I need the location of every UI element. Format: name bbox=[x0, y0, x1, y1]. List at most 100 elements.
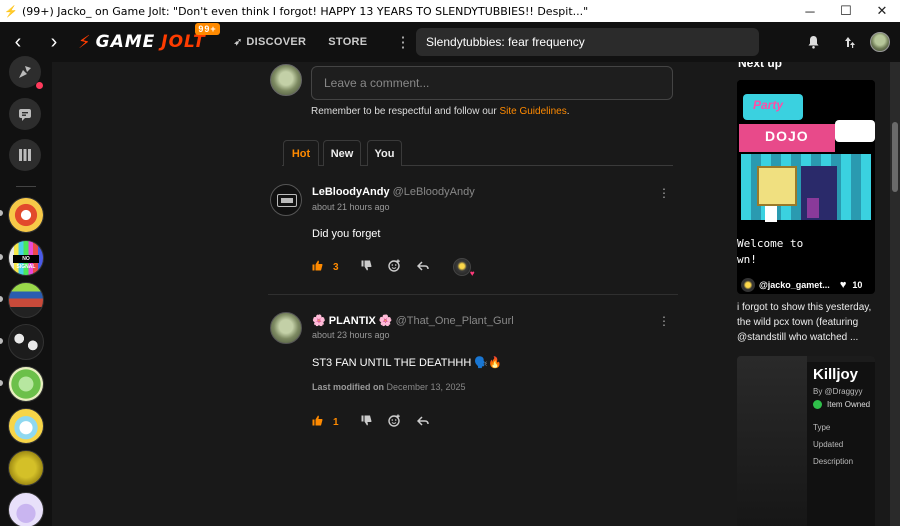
maximize-button[interactable]: ☐ bbox=[828, 0, 864, 22]
sidebar-divider bbox=[16, 186, 36, 187]
search-input[interactable]: Slendytubbies: fear frequency bbox=[416, 28, 759, 56]
modified-label: Last modified on bbox=[312, 382, 384, 392]
item-thumbnail bbox=[737, 356, 807, 526]
comment-actions: 3 ♥ bbox=[312, 258, 475, 278]
app-bolt-icon: ⚡ bbox=[4, 5, 18, 18]
item-owned-badge: Item Owned bbox=[813, 400, 875, 409]
sign-dojo-text: DOJO bbox=[765, 128, 809, 144]
store-link[interactable]: STORE bbox=[328, 36, 367, 48]
sidebar-active-pip bbox=[0, 210, 3, 216]
sidebar-game-1[interactable] bbox=[8, 197, 44, 233]
like-button[interactable]: 3 bbox=[312, 260, 339, 274]
commenter-avatar[interactable] bbox=[270, 184, 302, 216]
sidebar-game-8[interactable] bbox=[8, 492, 44, 526]
tab-you[interactable]: You bbox=[367, 140, 402, 166]
sign-party-text: Party bbox=[753, 98, 784, 112]
emoji-plus-icon bbox=[387, 414, 401, 430]
tab-hot[interactable]: Hot bbox=[283, 140, 319, 166]
post-like-count: 10 bbox=[852, 280, 863, 290]
dislike-button[interactable] bbox=[361, 260, 372, 274]
sidebar-game-3[interactable] bbox=[8, 282, 44, 318]
comment-timestamp[interactable]: about 21 hours ago bbox=[312, 202, 390, 212]
comment-options-icon[interactable]: ⋮ bbox=[658, 186, 670, 200]
pixel-text-line2: wn! bbox=[737, 253, 757, 266]
page-scrollbar[interactable] bbox=[890, 62, 900, 526]
commenter-handle: @LeBloodyAndy bbox=[392, 186, 475, 198]
reply-button[interactable] bbox=[416, 260, 429, 274]
site-guidelines-link[interactable]: Site Guidelines bbox=[499, 106, 566, 117]
sidebar-game-6[interactable] bbox=[8, 408, 44, 444]
back-button[interactable]: ‹ bbox=[0, 22, 36, 62]
user-avatar[interactable] bbox=[870, 32, 890, 52]
commenter-handle: @That_One_Plant_Gurl bbox=[395, 315, 514, 327]
minimize-button[interactable]: ─ bbox=[792, 0, 828, 22]
sidebar-game-7[interactable] bbox=[8, 450, 44, 486]
bell-icon[interactable] bbox=[796, 35, 831, 49]
thumbs-down-icon bbox=[361, 415, 372, 429]
item-row-type: Type bbox=[813, 423, 831, 432]
sidebar-pip bbox=[0, 338, 3, 344]
thumbs-up-icon bbox=[312, 260, 323, 274]
tab-new[interactable]: New bbox=[323, 140, 361, 166]
discover-link[interactable]: ➶ DISCOVER bbox=[234, 36, 307, 48]
top-navigation: ‹ › ⚡ GAME JOLT 99+ ➶ DISCOVER STORE ⋮ S… bbox=[0, 22, 900, 62]
comment-body: Did you forget bbox=[312, 228, 381, 240]
comment-item: LeBloodyAndy @LeBloodyAndy about 21 hours… bbox=[268, 184, 678, 284]
heart-icon: ♥ bbox=[469, 269, 475, 278]
more-menu-icon[interactable]: ⋮ bbox=[395, 33, 410, 51]
thumbs-down-icon bbox=[361, 260, 372, 274]
close-button[interactable]: ✕ bbox=[864, 0, 900, 22]
modified-date: December 13, 2025 bbox=[386, 382, 466, 392]
heart-icon: ♥ bbox=[839, 279, 847, 291]
next-up-item-card[interactable]: Killjoy By @Draggyy Item Owned Type Upda… bbox=[737, 356, 875, 526]
sidebar-game-5[interactable] bbox=[8, 366, 44, 402]
nav-right-actions bbox=[796, 22, 900, 62]
add-reaction-button[interactable] bbox=[387, 414, 401, 430]
rocket-icon: ➶ bbox=[233, 36, 243, 48]
comment-divider bbox=[268, 294, 678, 295]
pixel-text-line1: Welcome to bbox=[737, 237, 804, 250]
comment-sort-tabs: Hot New You bbox=[282, 140, 673, 166]
commenter-name[interactable]: 🌸 PLANTIX 🌸 @That_One_Plant_Gurl bbox=[312, 314, 514, 327]
poster-handle: @jacko_gamet... bbox=[759, 280, 830, 290]
sidebar-chat-icon[interactable] bbox=[9, 98, 41, 130]
commenter-name[interactable]: LeBloodyAndy @LeBloodyAndy bbox=[312, 186, 475, 198]
commenter-avatar[interactable] bbox=[270, 312, 302, 344]
comment-options-icon[interactable]: ⋮ bbox=[658, 314, 670, 328]
window-title: (99+) Jacko_ on Game Jolt: "Don't even t… bbox=[22, 4, 589, 18]
next-up-post-card[interactable]: Party DOJO Welcome to wn! @jacko_gamet..… bbox=[737, 80, 875, 294]
reaction-avatar[interactable]: ♥ bbox=[452, 258, 475, 278]
commenter-display-name: LeBloodyAndy bbox=[312, 186, 390, 198]
like-count: 1 bbox=[333, 416, 339, 428]
item-owned-label: Item Owned bbox=[827, 400, 871, 409]
poster-avatar bbox=[741, 278, 755, 292]
dislike-button[interactable] bbox=[361, 415, 372, 429]
like-button[interactable]: 1 bbox=[312, 415, 339, 429]
post-thumbnail: Party DOJO bbox=[737, 80, 875, 230]
comment-actions: 1 bbox=[312, 414, 429, 430]
sidebar-game-no-signal[interactable]: NO SIGNAL bbox=[8, 240, 44, 276]
post-caption[interactable]: i forgot to show this yesterday, the wil… bbox=[737, 300, 877, 345]
reply-arrow-icon bbox=[416, 260, 429, 274]
reply-button[interactable] bbox=[416, 415, 429, 429]
logo-jolt-text: JOLT bbox=[161, 32, 206, 52]
main-content: Leave a comment... Remember to be respec… bbox=[52, 62, 900, 526]
reactor-avatar: ♥ bbox=[452, 258, 475, 278]
item-row-updated: Updated bbox=[813, 440, 844, 449]
add-reaction-button[interactable] bbox=[387, 259, 401, 275]
forward-button[interactable]: › bbox=[36, 22, 72, 62]
discover-label: DISCOVER bbox=[246, 36, 307, 48]
sidebar-library-icon[interactable] bbox=[9, 139, 41, 171]
comment-input[interactable]: Leave a comment... bbox=[311, 66, 673, 100]
comment-body: ST3 FAN UNTIL THE DEATHHH 🗣️🔥 bbox=[312, 357, 502, 369]
quests-icon[interactable] bbox=[831, 35, 866, 49]
sidebar-pip bbox=[0, 380, 3, 386]
comment-item: 🌸 PLANTIX 🌸 @That_One_Plant_Gurl about 23… bbox=[268, 312, 678, 432]
sidebar-game-4[interactable] bbox=[8, 324, 44, 360]
logo-bolt-icon: ⚡ bbox=[78, 31, 92, 53]
notification-dot bbox=[36, 82, 43, 89]
comment-timestamp[interactable]: about 23 hours ago bbox=[312, 330, 390, 340]
next-up-heading: Next up bbox=[738, 62, 783, 70]
scrollbar-thumb[interactable] bbox=[892, 122, 898, 192]
gamejolt-logo[interactable]: ⚡ GAME JOLT 99+ bbox=[78, 22, 220, 53]
